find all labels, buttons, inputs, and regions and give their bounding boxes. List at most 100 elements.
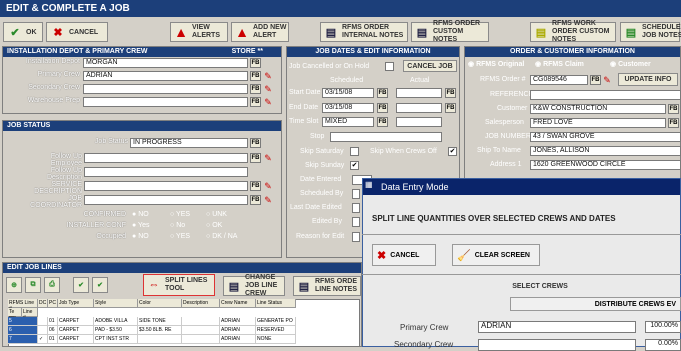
fb-button[interactable]: FB [668, 104, 679, 114]
rfms-customer-notes-button[interactable]: ▤ RFMS ORDER CUSTOM NOTES [411, 20, 489, 43]
pencil-icon[interactable]: ✎ [263, 195, 273, 205]
pencil-icon[interactable]: ✎ [263, 181, 273, 191]
distribute-crews-button[interactable]: DISTRIBUTE CREWS EV [510, 297, 681, 311]
table-cell [38, 317, 48, 326]
service-description-label: SERVICE DESCRIPTION [34, 181, 82, 195]
pencil-icon[interactable]: ✎ [263, 153, 273, 163]
scheduled-by-field[interactable] [352, 189, 360, 199]
time-actual-field[interactable] [396, 117, 442, 127]
order-number-field[interactable]: CG089546 [530, 75, 588, 85]
change-line-crew-button[interactable]: ▤ CHANGE JOB LINE CREW [223, 274, 285, 297]
service-description-field[interactable] [84, 181, 248, 191]
fb-button[interactable]: FB [250, 84, 261, 94]
fb-button[interactable]: FB [377, 88, 388, 98]
occupied-dk-radio[interactable]: ○ DK / NA [206, 233, 237, 240]
address-field[interactable]: 1620 GREENWOOD CIRCLE [530, 160, 681, 170]
customer-field[interactable]: K&W CONSTRUCTION [530, 104, 666, 114]
rfms-workorder-notes-button[interactable]: ▤ RFMS WORK ORDER CUSTOM NOTES [530, 20, 616, 43]
follow-up-employee-label: Follow Up Employee [50, 153, 82, 167]
dialog-primary-crew-field[interactable]: ADRIAN [478, 321, 636, 333]
fb-button[interactable]: FB [250, 153, 261, 163]
primary-crew-label: Primary Crew [400, 323, 449, 332]
ship-to-field[interactable]: JONES, ALLISON [530, 146, 681, 156]
ok-button[interactable]: ✔ OK [3, 22, 43, 42]
dialog-cancel-button[interactable]: ✖ CANCEL [372, 244, 436, 266]
time-slot-field[interactable]: MIXED [322, 117, 374, 127]
pencil-icon[interactable]: ✎ [263, 97, 273, 107]
scheduler-notes-button[interactable]: ▤SCHEDULER JOB NOTES [620, 22, 681, 42]
dialog-secondary-crew-field[interactable] [478, 339, 636, 351]
fb-button[interactable]: FB [250, 58, 261, 68]
installer-ok-radio[interactable]: ○ OK [206, 222, 222, 229]
depot-field[interactable]: MORGAN [83, 58, 248, 68]
skip-sunday-checkbox[interactable]: ✔ [350, 161, 359, 170]
warehouse-prep-field[interactable] [83, 97, 248, 107]
table-cell: RESERVED [256, 326, 296, 335]
fb-button[interactable]: FB [250, 181, 261, 191]
print-icon[interactable]: ⎙ [44, 277, 60, 293]
fb-button[interactable]: FB [445, 103, 456, 113]
secondary-crew-field[interactable] [83, 84, 248, 94]
fb-button[interactable]: FB [250, 71, 261, 81]
end-actual-field[interactable] [396, 103, 442, 113]
update-info-button[interactable]: UPDATE INFO [618, 73, 678, 86]
confirmed-unk-radio[interactable]: ○ UNK [206, 211, 227, 218]
edited-by-field[interactable] [352, 217, 360, 227]
split-lines-button[interactable]: ⇔ SPLIT LINES TOOL [143, 274, 215, 296]
rfms-line-notes-button[interactable]: ▤ RFMS ORDE LINE NOTES [293, 276, 361, 296]
add-alert-button[interactable]: ▲ ADD NEW ALERT [231, 22, 289, 42]
follow-up-employee-field[interactable] [84, 153, 248, 163]
primary-crew-field[interactable]: ADRIAN [83, 71, 248, 81]
clear-screen-button[interactable]: 🧹 CLEAR SCREEN [452, 244, 540, 266]
last-edited-field[interactable] [352, 203, 360, 213]
installer-no-radio[interactable]: ○ No [170, 222, 185, 229]
confirmed-yes-radio[interactable]: ○ YES [170, 211, 190, 218]
add-line-icon[interactable]: ⊕ [6, 277, 22, 293]
fb-button[interactable]: FB [590, 75, 601, 85]
table-cell [138, 335, 182, 344]
job-dates-header: JOB DATES & EDIT INFORMATION [287, 47, 459, 57]
job-status-field[interactable]: IN PROGRESS [130, 138, 248, 148]
start-date-field[interactable]: 03/15/08 [322, 88, 374, 98]
confirmed-no-radio[interactable]: ● NO [132, 211, 149, 218]
secondary-crew-percent[interactable]: 0.00% [645, 339, 681, 351]
skip-saturday-checkbox[interactable] [350, 147, 359, 156]
follow-up-description-field[interactable] [84, 167, 248, 177]
rfms-internal-notes-button[interactable]: ▤ RFMS ORDER INTERNAL NOTES [320, 22, 408, 42]
rfms-claim-radio[interactable]: ◉ RFMS Claim [535, 60, 584, 68]
primary-crew-percent[interactable]: 100.00% [645, 321, 681, 333]
pencil-icon[interactable]: ✎ [263, 71, 273, 81]
view-alerts-button[interactable]: ▲ VIEW ALERTS [170, 22, 228, 42]
fb-button[interactable]: FB [250, 97, 261, 107]
installer-yes-radio[interactable]: ● Yes [132, 222, 149, 229]
stop-field[interactable] [330, 132, 442, 142]
end-date-field[interactable]: 03/15/08 [322, 103, 374, 113]
skip-crews-checkbox[interactable]: ✔ [448, 147, 457, 156]
cancel-job-button[interactable]: CANCEL JOB [403, 60, 457, 72]
fb-button[interactable]: FB [377, 117, 388, 127]
salesperson-field[interactable]: FRED LOVE [530, 118, 666, 128]
pencil-icon[interactable]: ✎ [602, 75, 612, 85]
fb-button[interactable]: FB [250, 195, 261, 205]
customer-radio[interactable]: ◉ Customer [610, 60, 651, 68]
reference-field[interactable] [530, 90, 681, 100]
approve-icon[interactable]: ✔ [92, 277, 108, 293]
pencil-icon[interactable]: ✎ [263, 84, 273, 94]
occupied-no-radio[interactable]: ● NO [132, 233, 149, 240]
rfms-original-radio[interactable]: ◉ RFMS Original [468, 60, 524, 68]
fb-button[interactable]: FB [377, 103, 388, 113]
cancelled-checkbox[interactable] [385, 62, 394, 71]
table-cell: 01 [48, 335, 58, 344]
fb-button[interactable]: FB [445, 88, 456, 98]
start-actual-field[interactable] [396, 88, 442, 98]
job-coordinator-field[interactable] [84, 195, 248, 205]
fb-button[interactable]: FB [668, 118, 679, 128]
job-number-field[interactable]: 43 / SWAN GROVE [530, 132, 681, 142]
divider [362, 234, 681, 235]
occupied-yes-radio[interactable]: ○ YES [170, 233, 190, 240]
reason-field[interactable] [352, 232, 360, 242]
fb-button[interactable]: FB [250, 138, 261, 148]
copy-line-icon[interactable]: ⧉ [25, 277, 41, 293]
cancel-button[interactable]: ✖ CANCEL [46, 22, 108, 42]
checkmark-icon[interactable]: ✔ [73, 277, 89, 293]
